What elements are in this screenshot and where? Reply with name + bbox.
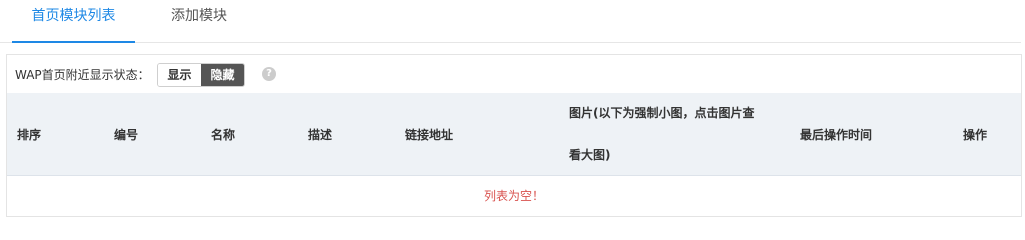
column-header-last-modified: 最后操作时间: [800, 127, 873, 142]
help-icon[interactable]: ?: [262, 67, 276, 81]
column-header-name: 名称: [211, 127, 236, 142]
tab-module-list[interactable]: 首页模块列表: [12, 0, 135, 43]
wap-status-row: WAP首页附近显示状态： 显示 隐藏 ?: [7, 55, 1021, 93]
column-header-link: 链接地址: [405, 127, 454, 142]
column-header-id: 编号: [114, 127, 139, 142]
column-header-sort: 排序: [17, 127, 42, 142]
show-hide-toggle[interactable]: 显示 隐藏: [157, 63, 245, 87]
wap-status-label: WAP首页附近显示状态：: [15, 68, 150, 82]
module-list-panel: WAP首页附近显示状态： 显示 隐藏 ? 排序 编号 名称 描述 链接地址 图片…: [6, 54, 1022, 217]
column-header-actions: 操作: [963, 127, 988, 142]
tab-add-module[interactable]: 添加模块: [135, 0, 263, 42]
column-header-description: 描述: [308, 127, 333, 142]
show-option-button[interactable]: 显示: [158, 64, 201, 86]
tab-bar: 首页模块列表 添加模块: [0, 0, 1021, 43]
empty-list-message: 列表为空！: [483, 189, 544, 203]
table-header-row: 排序 编号 名称 描述 链接地址 图片(以下为强制小图，点击图片查看大图) 最后…: [7, 93, 1021, 176]
column-header-image: 图片(以下为强制小图，点击图片查看大图): [569, 106, 755, 162]
hide-option-button[interactable]: 隐藏: [201, 64, 244, 86]
